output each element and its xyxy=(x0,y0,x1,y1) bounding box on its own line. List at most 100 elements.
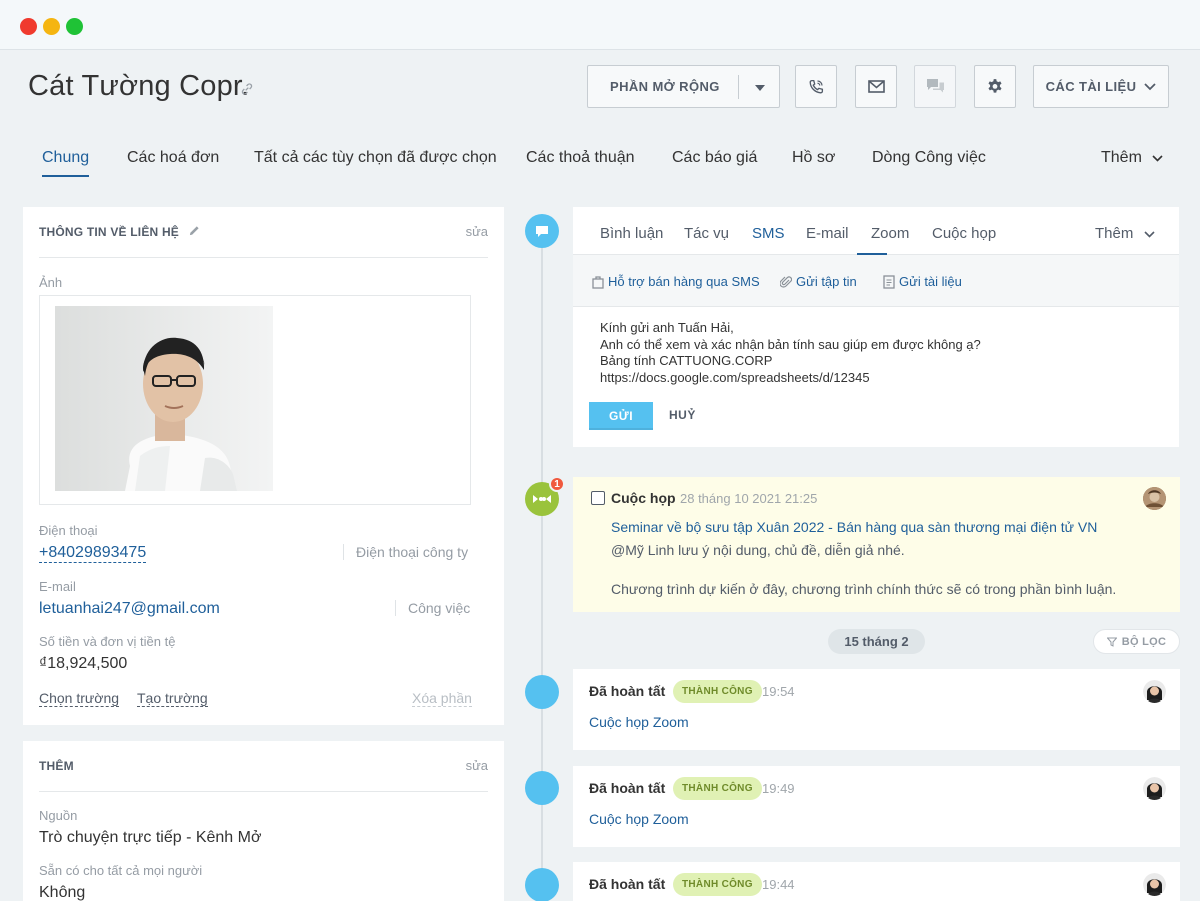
source-label: Nguồn xyxy=(39,808,78,823)
documents-dropdown-button[interactable]: CÁC TÀI LIỆU xyxy=(1033,65,1169,108)
cancel-button[interactable]: HUỶ xyxy=(669,408,696,422)
sms-support-label: Hỗ trợ bán hàng qua SMS xyxy=(608,274,760,289)
sms-support-tool[interactable]: Hỗ trợ bán hàng qua SMS xyxy=(592,274,760,289)
send-document-tool[interactable]: Gửi tài liệu xyxy=(883,274,962,289)
settings-button[interactable] xyxy=(974,65,1016,108)
documents-label: CÁC TÀI LIỆU xyxy=(1045,79,1137,94)
message-line: Kính gửi anh Tuấn Hải, xyxy=(600,320,734,335)
chevron-down-icon xyxy=(1144,82,1157,90)
button-divider xyxy=(738,75,739,99)
delete-section-link[interactable]: Xóa phần xyxy=(412,690,472,707)
pencil-icon[interactable] xyxy=(189,225,200,236)
tab-general[interactable]: Chung xyxy=(42,149,89,167)
chat-bubbles-icon xyxy=(926,79,944,93)
handshake-icon xyxy=(533,495,551,503)
meeting-done-checkbox[interactable] xyxy=(591,491,605,505)
close-window-button[interactable] xyxy=(20,18,37,35)
choose-field-link[interactable]: Chọn trường xyxy=(39,690,120,707)
composer-tabs: Bình luận Tác vụ SMS E-mail Zoom Cuộc họ… xyxy=(573,207,1179,255)
envelope-icon xyxy=(867,80,885,93)
contact-edit-link[interactable]: sửa xyxy=(466,224,488,239)
composer-tab-email[interactable]: E-mail xyxy=(806,225,849,242)
extensions-dropdown-button[interactable]: PHẦN MỞ RỘNG xyxy=(587,65,780,108)
email-type: Công việc xyxy=(395,600,470,616)
activity-time: 19:54 xyxy=(762,684,795,699)
activity-link[interactable]: Cuộc họp Zoom xyxy=(589,811,689,827)
bag-icon xyxy=(592,275,604,289)
meeting-link[interactable]: Seminar về bộ sưu tập Xuân 2022 - Bán hà… xyxy=(611,519,1097,535)
tab-agreements[interactable]: Các thoả thuận xyxy=(526,149,635,167)
contact-info-card: THÔNG TIN VỀ LIÊN HỆ sửa Ảnh Điện thoại … xyxy=(23,207,504,725)
main-tabs: Chung Các hoá đơn Tất cả các tùy chọn đã… xyxy=(0,140,1200,180)
contact-photo[interactable] xyxy=(55,306,273,491)
status-badge: THÀNH CÔNG xyxy=(673,777,762,800)
composer-tab-comment[interactable]: Bình luận xyxy=(600,225,663,242)
composer-tab-task[interactable]: Tác vụ xyxy=(684,225,729,242)
more-info-card: THÊM sửa Nguồn Trò chuyện trực tiếp - Kê… xyxy=(23,741,504,901)
more-edit-link[interactable]: sửa xyxy=(466,758,488,773)
activity-time: 19:49 xyxy=(762,781,795,796)
meeting-title: Cuộc họp xyxy=(611,490,676,506)
link-icon[interactable] xyxy=(240,82,254,96)
phone-icon xyxy=(809,79,824,93)
tab-workflows[interactable]: Dòng Công việc xyxy=(872,149,986,167)
composer-tab-zoom[interactable]: Zoom xyxy=(871,225,909,242)
filter-icon xyxy=(1106,637,1117,647)
notification-count-badge: 1 xyxy=(549,476,565,492)
send-file-label: Gửi tập tin xyxy=(796,274,857,289)
status-badge: THÀNH CÔNG xyxy=(673,680,762,703)
phone-link[interactable]: +84029893475 xyxy=(39,544,147,563)
chat-button[interactable] xyxy=(914,65,956,108)
tab-invoices[interactable]: Các hoá đơn xyxy=(127,149,219,167)
page-title: Cát Tường Copr. xyxy=(28,70,250,102)
contact-info-heading-text: THÔNG TIN VỀ LIÊN HỆ xyxy=(39,225,180,239)
available-label: Sẵn có cho tất cả mọi người xyxy=(39,863,203,878)
meeting-note: @Mỹ Linh lưu ý nội dung, chủ đề, diễn gi… xyxy=(611,542,905,558)
message-line: Anh có thể xem và xác nhận bản tính sau … xyxy=(600,336,981,352)
activity-time: 19:44 xyxy=(762,877,795,892)
tab-more-label: Thêm xyxy=(1101,149,1142,166)
composer-tab-meeting[interactable]: Cuộc họp xyxy=(932,225,996,242)
avatar[interactable] xyxy=(1143,680,1166,703)
meeting-card: Cuộc họp 28 tháng 10 2021 21:25 Seminar … xyxy=(573,477,1180,612)
activity-link[interactable]: Cuộc họp Zoom xyxy=(589,714,689,730)
tab-more[interactable]: Thêm xyxy=(1101,149,1163,167)
message-textarea[interactable]: Kính gửi anh Tuấn Hải, Anh có thể xem và… xyxy=(600,320,981,386)
chevron-down-icon xyxy=(755,85,765,91)
chevron-down-icon xyxy=(1143,231,1155,238)
more-heading: THÊM xyxy=(39,759,74,773)
timeline-activity-node xyxy=(525,868,559,901)
activity-card: Đã hoàn tất THÀNH CÔNG 19:44 xyxy=(573,862,1180,901)
create-field-link[interactable]: Tạo trường xyxy=(137,690,208,707)
extensions-label: PHẦN MỞ RỘNG xyxy=(610,79,720,94)
minimize-window-button[interactable] xyxy=(43,18,60,35)
email-button[interactable] xyxy=(855,65,897,108)
meeting-date: 28 tháng 10 2021 21:25 xyxy=(680,491,818,506)
call-button[interactable] xyxy=(795,65,837,108)
phone-label: Điện thoại xyxy=(39,523,98,538)
photo-label: Ảnh xyxy=(39,275,63,290)
contact-info-heading: THÔNG TIN VỀ LIÊN HỆ xyxy=(39,225,200,239)
avatar[interactable] xyxy=(1143,487,1166,510)
tab-all-selected-options[interactable]: Tất cả các tùy chọn đã được chọn xyxy=(254,149,497,167)
send-file-tool[interactable]: Gửi tập tin xyxy=(780,274,857,289)
email-link[interactable]: letuanhai247@gmail.com xyxy=(39,600,220,618)
send-button[interactable]: GỬI xyxy=(589,402,653,430)
timeline-activity-node xyxy=(525,675,559,709)
composer-tab-sms[interactable]: SMS xyxy=(752,225,785,242)
active-tab-indicator xyxy=(42,175,89,177)
tab-profile[interactable]: Hồ sơ xyxy=(792,149,835,167)
avatar[interactable] xyxy=(1143,777,1166,800)
avatar[interactable] xyxy=(1143,873,1166,896)
composer-tab-more[interactable]: Thêm xyxy=(1095,225,1155,242)
window-titlebar xyxy=(0,0,1200,50)
activity-title: Đã hoàn tất xyxy=(589,876,666,892)
document-icon xyxy=(883,274,895,289)
activity-title: Đã hoàn tất xyxy=(589,780,666,796)
message-line: Bảng tính CATTUONG.CORP xyxy=(600,353,773,368)
email-label: E-mail xyxy=(39,579,76,594)
tab-quotes[interactable]: Các báo giá xyxy=(672,149,757,167)
filter-button[interactable]: BỘ LỌC xyxy=(1093,629,1180,654)
gear-icon xyxy=(988,78,1002,93)
maximize-window-button[interactable] xyxy=(66,18,83,35)
